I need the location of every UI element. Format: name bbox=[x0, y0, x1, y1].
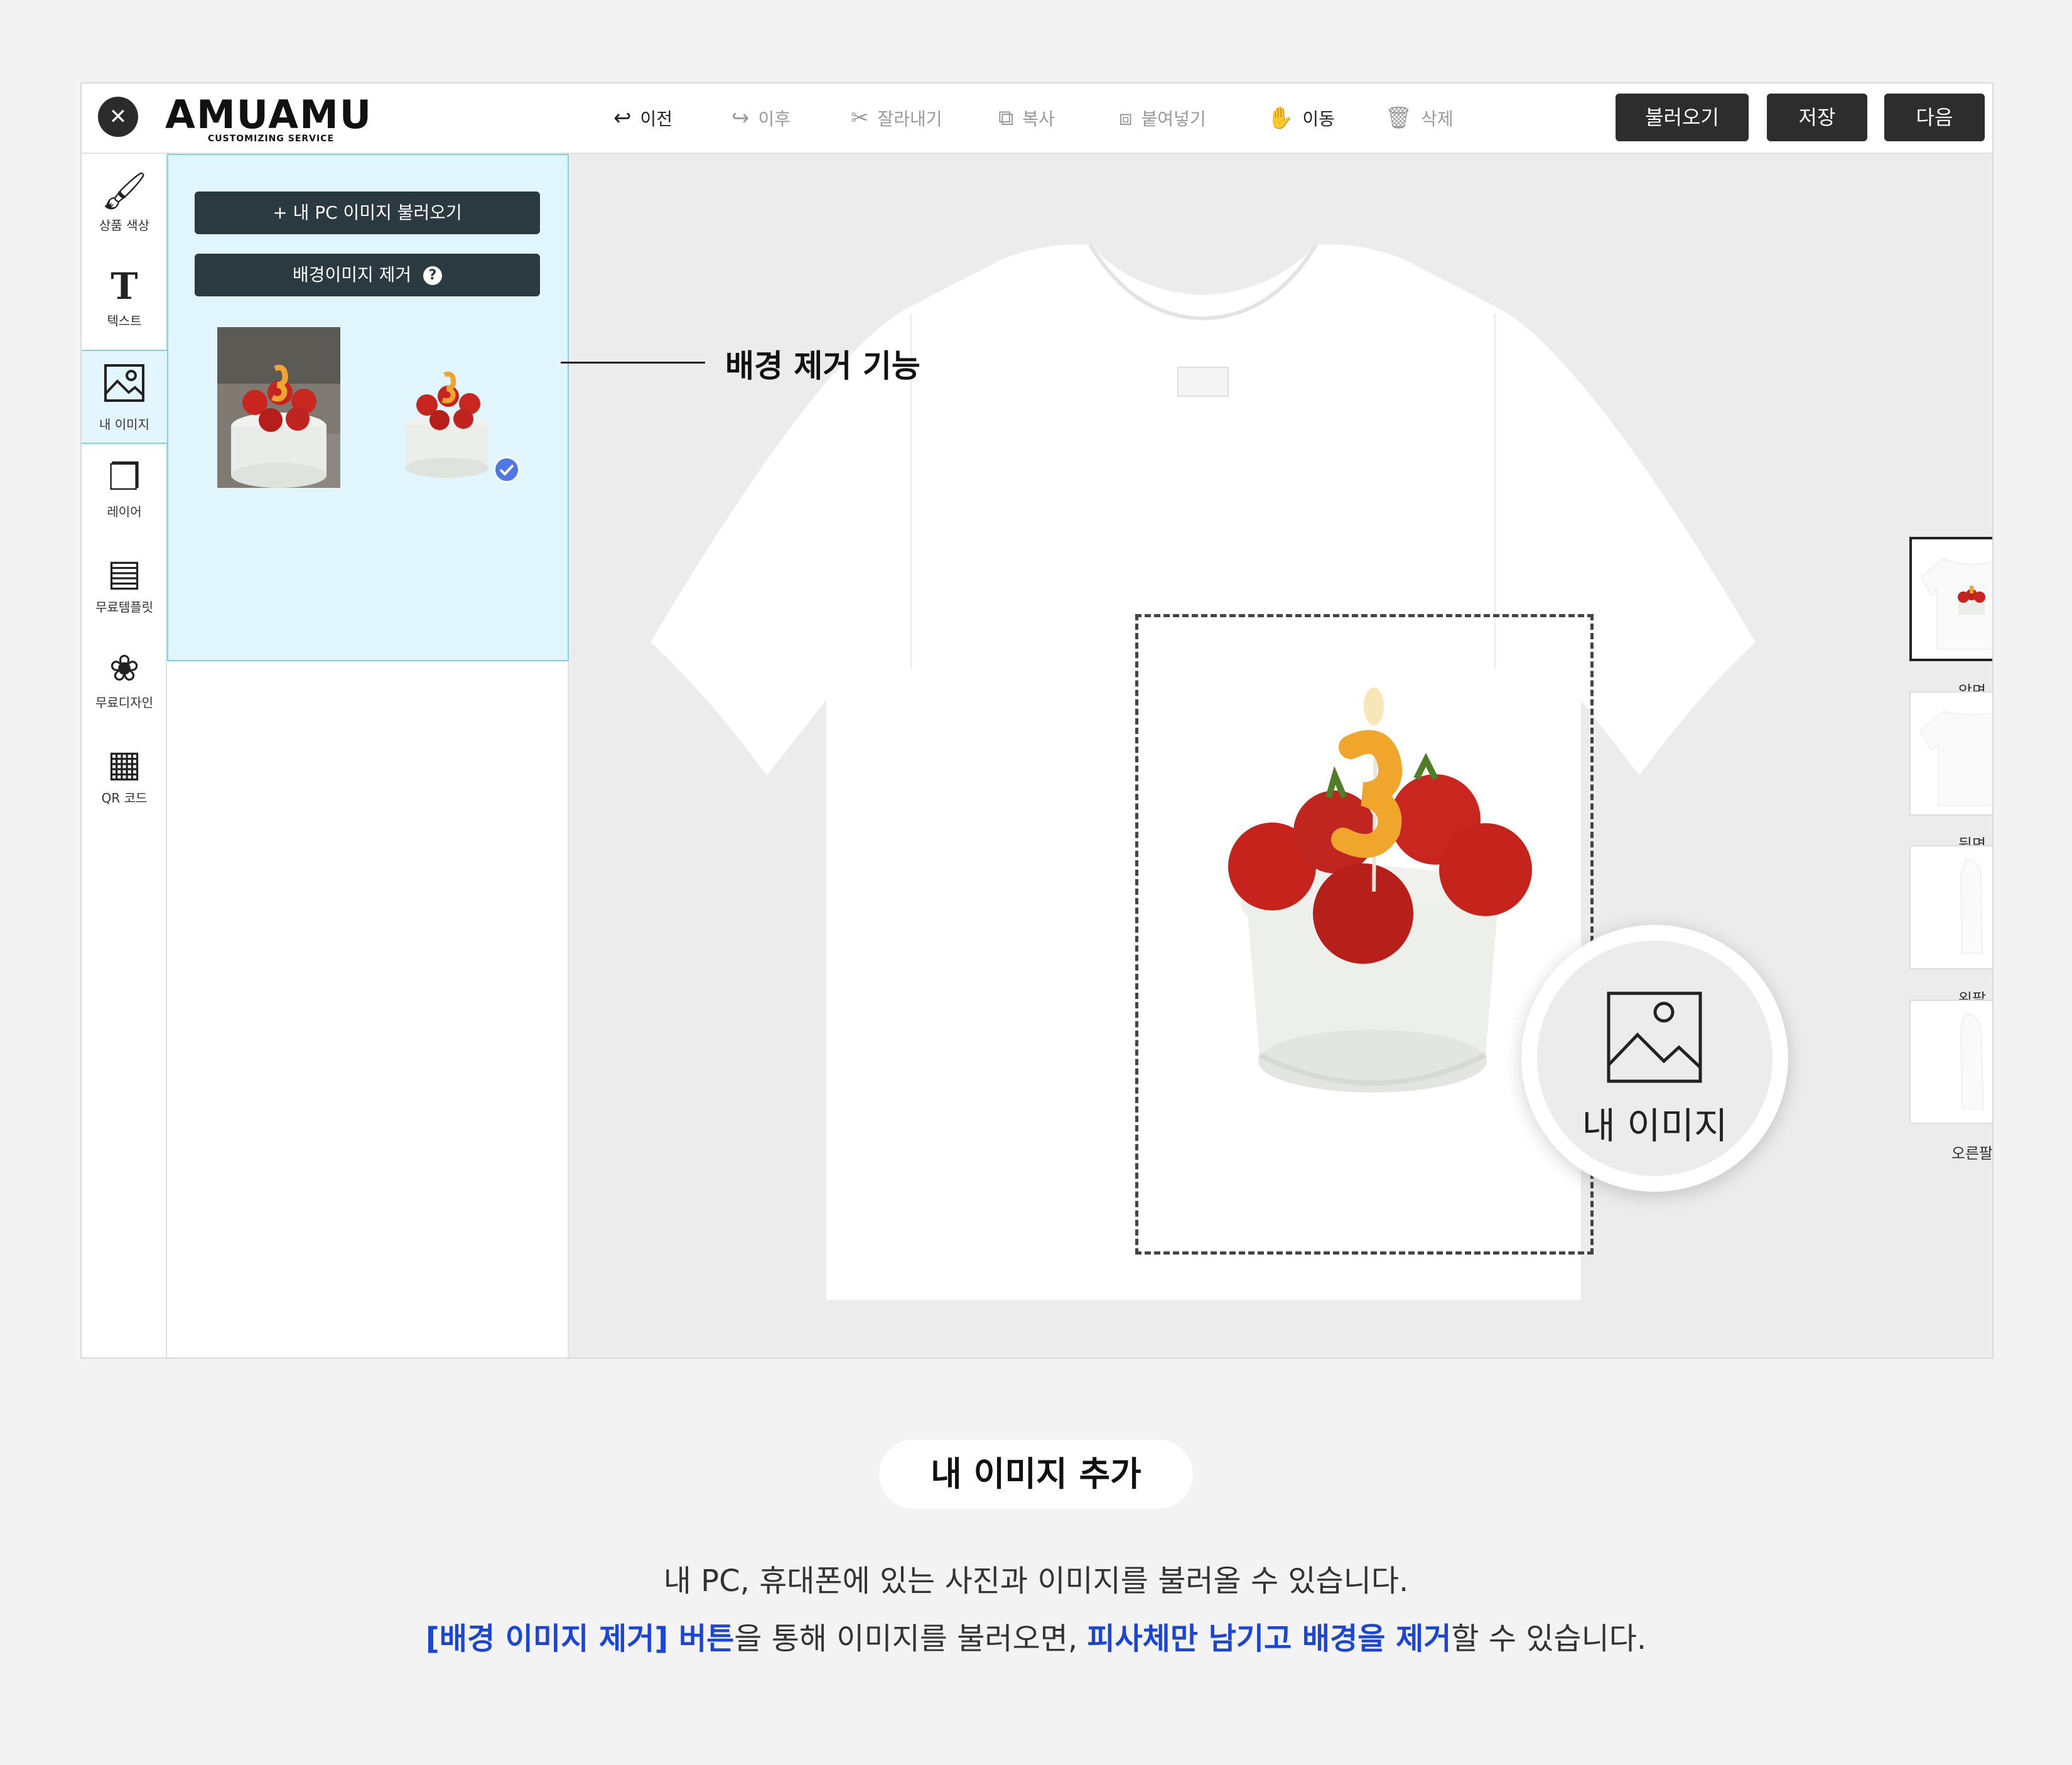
my-image-panel-content: + 내 PC 이미지 불러오기 배경이미지 제거 ? bbox=[167, 154, 569, 661]
logo-subtitle: CUSTOMIZING SERVICE bbox=[208, 134, 335, 144]
callout-line bbox=[561, 362, 705, 364]
scissors-icon: ✂ bbox=[851, 105, 869, 131]
view-right-sleeve-label: 오른팔 bbox=[1951, 1145, 1994, 1162]
delete-button[interactable]: 🗑 삭제 bbox=[1385, 102, 1454, 134]
cut-button[interactable]: ✂ 잘라내기 bbox=[851, 102, 942, 134]
top-toolbar: ✕ AMUAMU CUSTOMIZING SERVICE ↩ 이전 ↪ 이후 ✂… bbox=[82, 84, 1992, 154]
view-right-sleeve-thumbnail[interactable] bbox=[1909, 1000, 1992, 1124]
rail-item-layers[interactable]: ❐ 레이어 bbox=[82, 445, 167, 539]
layers-icon: ❐ bbox=[108, 456, 141, 499]
rail-label: 무료디자인 bbox=[95, 695, 153, 710]
text-box-icon: T bbox=[111, 265, 138, 308]
my-image-panel: + 내 PC 이미지 불러오기 배경이미지 제거 ? bbox=[167, 154, 569, 1357]
view-front-thumbnail[interactable] bbox=[1909, 537, 1992, 661]
logo-wordmark: AMUAMU bbox=[165, 92, 373, 138]
view-back-thumbnail[interactable] bbox=[1909, 691, 1992, 816]
selected-check-icon bbox=[494, 456, 520, 483]
rail-label: 레이어 bbox=[107, 504, 142, 519]
view-left-sleeve-thumbnail[interactable] bbox=[1909, 845, 1992, 969]
copy-label: 복사 bbox=[1022, 109, 1055, 129]
rail-label: QR 코드 bbox=[101, 791, 148, 806]
description-line-2-end: 할 수 있습니다. bbox=[1451, 1621, 1647, 1656]
my-image-zoom-bubble: 내 이미지 bbox=[1521, 925, 1788, 1192]
paste-button[interactable]: ⧈ 붙여넣기 bbox=[1119, 102, 1206, 134]
close-button[interactable]: ✕ bbox=[98, 97, 138, 137]
redo-button[interactable]: ↪ 이후 bbox=[731, 102, 790, 134]
rail-label: 내 이미지 bbox=[99, 417, 149, 432]
description-line-1: 내 PC, 휴대폰에 있는 사진과 이미지를 불러올 수 있습니다. bbox=[663, 1563, 1409, 1599]
image-icon bbox=[82, 361, 167, 412]
zoom-bubble-inner: 내 이미지 bbox=[1537, 941, 1773, 1176]
description-line-2: [배경 이미지 제거] 버튼을 통해 이미지를 불러오면, 피사체만 남기고 배… bbox=[0, 1614, 2072, 1658]
rail-label: 상품 색상 bbox=[99, 218, 149, 233]
customizer-window: ✕ AMUAMU CUSTOMIZING SERVICE ↩ 이전 ↪ 이후 ✂… bbox=[80, 82, 1994, 1359]
rail-item-free-design[interactable]: ❀ 무료디자인 bbox=[82, 636, 167, 730]
qr-code-icon: ▦ bbox=[107, 742, 142, 785]
cut-label: 잘라내기 bbox=[877, 109, 942, 129]
help-icon[interactable]: ? bbox=[423, 266, 443, 285]
rail-item-my-image[interactable]: 내 이미지 bbox=[82, 350, 167, 444]
rail-item-text[interactable]: T 텍스트 bbox=[82, 254, 167, 348]
brand-logo: AMUAMU CUSTOMIZING SERVICE bbox=[165, 95, 371, 146]
cake-design-image[interactable] bbox=[1209, 684, 1548, 1130]
delete-label: 삭제 bbox=[1421, 109, 1454, 129]
rail-item-qr-code[interactable]: ▦ QR 코드 bbox=[82, 731, 167, 826]
template-icon: ▤ bbox=[107, 551, 142, 594]
undo-button[interactable]: ↩ 이전 bbox=[613, 102, 672, 134]
remove-background-button[interactable]: 배경이미지 제거 ? bbox=[195, 254, 540, 296]
rail-item-free-template[interactable]: ▤ 무료템플릿 bbox=[82, 541, 167, 635]
rail-label: 무료템플릿 bbox=[95, 600, 153, 615]
move-button[interactable]: ✋ 이동 bbox=[1267, 102, 1335, 134]
design-canvas[interactable]: 앞면 뒷면 왼팔 오른팔 bbox=[569, 154, 1994, 1357]
copy-button[interactable]: ⧉ 복사 bbox=[998, 102, 1055, 134]
image-icon bbox=[1607, 991, 1702, 1083]
move-label: 이동 bbox=[1302, 109, 1335, 129]
paste-label: 붙여넣기 bbox=[1141, 109, 1206, 129]
section-title-pill: 내 이미지 추가 bbox=[879, 1440, 1193, 1509]
rail-item-product-color[interactable]: 🖌 상품 색상 bbox=[82, 159, 167, 253]
brush-icon: 🖌 bbox=[101, 170, 148, 212]
save-button[interactable]: 저장 bbox=[1767, 94, 1867, 141]
left-icon-rail: 🖌 상품 색상 T 텍스트 내 이미지 ❐ 레이어 ▤ 무료템플릿 ❀ 무료디자… bbox=[82, 154, 167, 1357]
load-button[interactable]: 불러오기 bbox=[1616, 94, 1749, 141]
undo-arrow-icon: ↩ bbox=[613, 105, 632, 131]
description-line-2-mid: 을 통해 이미지를 불러오면, bbox=[734, 1621, 1087, 1656]
remove-background-label: 배경이미지 제거 bbox=[292, 264, 412, 285]
highlight-remove-bg-result: 피사체만 남기고 배경을 제거 bbox=[1087, 1621, 1452, 1656]
redo-label: 이후 bbox=[758, 109, 791, 129]
undo-label: 이전 bbox=[640, 109, 673, 129]
next-button[interactable]: 다음 bbox=[1884, 94, 1985, 141]
copy-icon: ⧉ bbox=[998, 105, 1014, 131]
highlight-remove-bg-button: [배경 이미지 제거] 버튼 bbox=[425, 1621, 735, 1656]
trash-icon: 🗑 bbox=[1385, 105, 1413, 131]
background-removed-thumbnail[interactable] bbox=[394, 337, 507, 488]
zoom-bubble-label: 내 이미지 bbox=[1582, 1104, 1728, 1147]
upload-pc-image-button[interactable]: + 내 PC 이미지 불러오기 bbox=[195, 192, 540, 234]
design-icon: ❀ bbox=[109, 647, 140, 689]
paste-icon: ⧈ bbox=[1119, 105, 1133, 131]
original-photo-thumbnail[interactable] bbox=[217, 327, 340, 488]
rail-label: 텍스트 bbox=[107, 313, 142, 328]
hand-icon: ✋ bbox=[1267, 105, 1294, 131]
redo-arrow-icon: ↪ bbox=[731, 105, 750, 131]
callout-background-removal: 배경 제거 기능 bbox=[725, 348, 920, 384]
